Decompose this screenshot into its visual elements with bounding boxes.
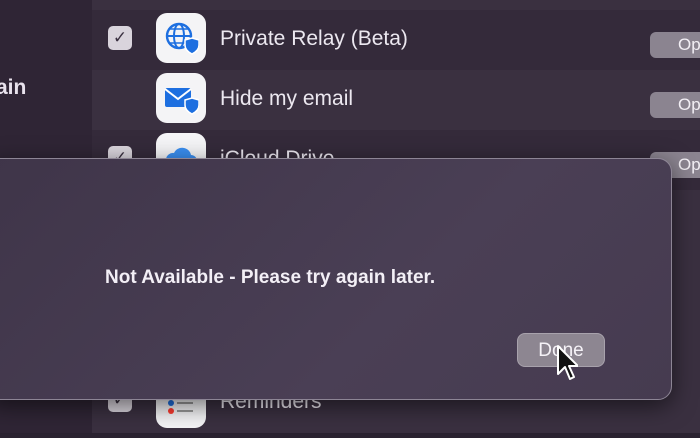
list-item-hide-my-email[interactable]: Hide my email Op bbox=[92, 70, 700, 130]
sidebar-item-label: ain bbox=[0, 76, 27, 99]
mail-shield-icon bbox=[156, 73, 206, 123]
globe-shield-icon bbox=[156, 13, 206, 63]
mouse-pointer-icon bbox=[557, 345, 578, 380]
list-item-private-relay[interactable]: ✓ Private Relay (Beta) Op bbox=[92, 10, 700, 70]
checkbox-private-relay[interactable]: ✓ bbox=[108, 26, 132, 50]
service-label: Private Relay (Beta) bbox=[220, 27, 408, 50]
options-button[interactable]: Op bbox=[650, 92, 700, 118]
service-label: Hide my email bbox=[220, 87, 354, 110]
options-button[interactable]: Op bbox=[650, 32, 700, 58]
dialog-message: Not Available - Please try again later. bbox=[105, 267, 436, 288]
